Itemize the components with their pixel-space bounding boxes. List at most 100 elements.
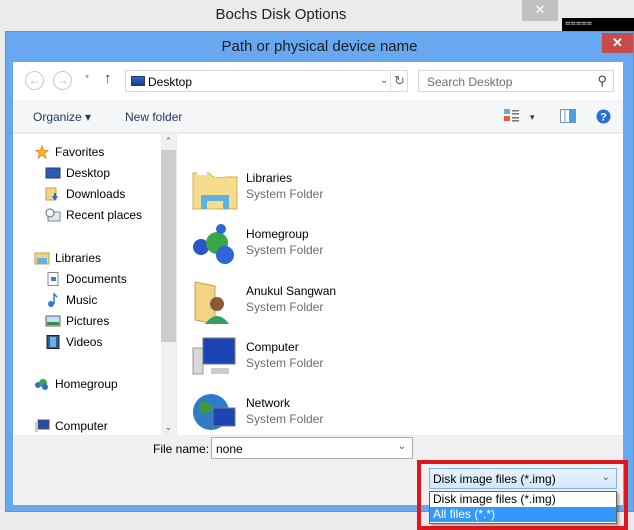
file-item-computer[interactable]: Computer System Folder (191, 334, 441, 384)
downloads-icon (45, 187, 58, 201)
file-type: System Folder (246, 412, 324, 426)
file-type-selected: Disk image files (*.img) (433, 472, 556, 486)
network-icon (193, 394, 236, 430)
file-type: System Folder (246, 300, 324, 314)
scroll-down-button[interactable]: ⌄ (161, 422, 176, 433)
dialog-title: Path or physical device name (221, 38, 418, 55)
nav-libraries[interactable]: Libraries (34, 249, 101, 267)
navigation-pane-scrollbar[interactable]: ⌃ ⌄ (161, 134, 176, 435)
nav-libraries-label: Libraries (55, 251, 102, 265)
star-icon (34, 145, 50, 159)
user-folder-icon (194, 281, 229, 325)
nav-downloads[interactable]: Downloads (45, 185, 125, 203)
music-icon (48, 293, 58, 307)
file-name-dropdown-button[interactable]: ⌄ (398, 441, 406, 452)
nav-downloads-label: Downloads (66, 187, 126, 201)
file-name-input[interactable]: none ⌄ (211, 437, 413, 459)
pane-divider[interactable] (176, 134, 177, 435)
libraries-icon (34, 252, 50, 265)
outer-window-titlebar: Bochs Disk Options ✕ (0, 0, 634, 32)
scroll-thumb[interactable] (161, 150, 176, 342)
navigation-pane: Favorites Desktop Downloads Recent place… (13, 134, 158, 435)
nav-favorites[interactable]: Favorites (34, 143, 104, 161)
organize-button[interactable]: Organize ▾ (33, 110, 91, 124)
up-button[interactable]: ↑ (104, 70, 112, 87)
address-bar[interactable]: Desktop ⌄ ↻ (125, 70, 408, 92)
browser-content: Favorites Desktop Downloads Recent place… (13, 134, 623, 435)
desktop-icon (45, 167, 61, 179)
nav-computer[interactable]: Computer (34, 417, 108, 435)
address-dropdown-button[interactable]: ⌄ (380, 75, 388, 86)
address-separator (390, 71, 391, 91)
libraries-icon (192, 169, 238, 210)
file-item-libraries[interactable]: Libraries System Folder (191, 165, 441, 215)
file-name: Homegroup (246, 227, 309, 241)
address-text: Desktop (148, 75, 193, 89)
svg-text:?: ? (600, 112, 607, 124)
preview-pane-icon[interactable] (560, 109, 576, 126)
nav-music[interactable]: Music (45, 291, 97, 309)
nav-desktop[interactable]: Desktop (45, 164, 110, 182)
outer-window-title: Bochs Disk Options (215, 6, 347, 23)
file-type-dropdown-button[interactable]: ⌄ (602, 472, 610, 483)
nav-music-label: Music (66, 293, 98, 307)
dialog-close-button[interactable]: ✕ (602, 33, 633, 53)
file-name: Anukul Sangwan (246, 284, 337, 298)
videos-icon (46, 335, 60, 349)
homegroup-icon (35, 379, 48, 390)
recent-locations-button[interactable]: ▾ (85, 72, 89, 81)
search-icon[interactable]: ⚲ (597, 73, 607, 89)
new-folder-button[interactable]: New folder (125, 110, 182, 124)
file-name-label: File name: (153, 442, 210, 456)
navigation-bar: ← → ▾ ↑ Desktop ⌄ ↻ Search Desktop ⚲ (13, 62, 623, 100)
view-options-dropdown[interactable]: ▾ (530, 112, 535, 123)
dialog-client: ← → ▾ ↑ Desktop ⌄ ↻ Search Desktop ⚲ Org… (13, 62, 628, 530)
file-item-network[interactable]: Network System Folder (191, 390, 441, 440)
file-name: Computer (246, 340, 299, 354)
homegroup-icon (193, 224, 234, 264)
nav-pictures[interactable]: Pictures (45, 312, 109, 330)
scroll-up-button[interactable]: ⌃ (161, 136, 176, 147)
nav-homegroup[interactable]: Homegroup (34, 375, 118, 393)
desktop-icon (131, 76, 145, 86)
file-type-option-selected[interactable]: All files (*.*) (430, 507, 616, 522)
forward-button[interactable]: → (53, 71, 72, 90)
background-window-strip: ===== (562, 18, 634, 31)
refresh-button[interactable]: ↻ (394, 73, 405, 89)
documents-icon (47, 272, 59, 286)
nav-recent-places-label: Recent places (66, 208, 143, 222)
nav-favorites-label: Favorites (55, 145, 105, 159)
command-toolbar: Organize ▾ New folder ▾ ? (13, 100, 623, 133)
computer-icon (192, 337, 236, 375)
file-name-value: none (216, 442, 243, 456)
file-name: Libraries (246, 171, 293, 185)
nav-documents-label: Documents (66, 272, 127, 286)
file-type: System Folder (246, 356, 324, 370)
recent-places-icon (45, 208, 61, 222)
nav-videos[interactable]: Videos (45, 333, 102, 351)
nav-pictures-label: Pictures (66, 314, 110, 328)
nav-computer-label: Computer (55, 419, 108, 433)
file-item-homegroup[interactable]: Homegroup System Folder (191, 221, 441, 271)
file-open-dialog: Path or physical device name ✕ ← → ▾ ↑ D… (5, 31, 634, 530)
pictures-icon (45, 315, 61, 327)
search-input[interactable]: Search Desktop ⚲ (418, 70, 614, 92)
file-type-option[interactable]: Disk image files (*.img) (430, 492, 616, 507)
file-type: System Folder (246, 243, 324, 257)
file-item-user-folder[interactable]: Anukul Sangwan System Folder (191, 278, 441, 328)
back-button[interactable]: ← (25, 71, 44, 90)
change-view-icon[interactable] (504, 109, 520, 126)
nav-homegroup-label: Homegroup (55, 377, 118, 391)
nav-videos-label: Videos (66, 335, 103, 349)
nav-documents[interactable]: Documents (45, 270, 127, 288)
file-type: System Folder (246, 187, 324, 201)
help-icon[interactable]: ? (596, 109, 611, 127)
file-type-select[interactable]: Disk image files (*.img) ⌄ (429, 468, 617, 489)
file-name: Network (246, 396, 291, 410)
computer-icon (35, 419, 50, 432)
nav-recent-places[interactable]: Recent places (45, 206, 142, 224)
nav-desktop-label: Desktop (66, 166, 111, 180)
file-type-dropdown-list: Disk image files (*.img) All files (*.*) (429, 491, 617, 524)
search-placeholder: Search Desktop (427, 75, 513, 89)
outer-close-button[interactable]: ✕ (522, 0, 558, 21)
